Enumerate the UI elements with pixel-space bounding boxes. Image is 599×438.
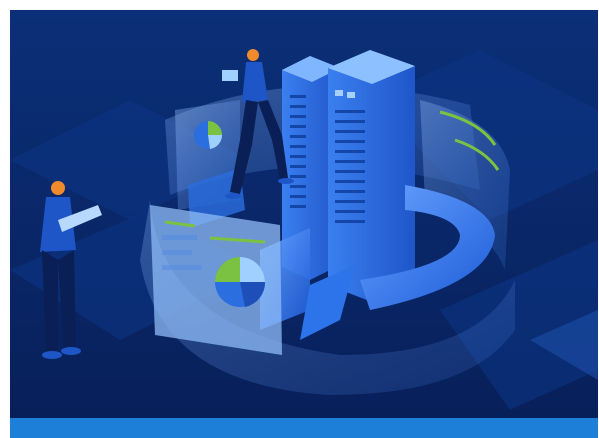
text-line-placeholder (162, 265, 202, 270)
pie-chart-icon (215, 257, 266, 307)
text-line-placeholder (162, 235, 197, 240)
text-line-placeholder (162, 250, 192, 255)
server-datacenter-illustration-icon (10, 10, 598, 418)
status-led-icon (347, 92, 355, 98)
footer-bar (10, 418, 598, 438)
pie-chart-icon (194, 121, 223, 149)
server-tower-icon (328, 50, 415, 302)
page-frame (0, 0, 599, 438)
hero-illustration (10, 10, 598, 418)
tablet-icon (222, 70, 238, 81)
status-led-icon (335, 90, 343, 96)
